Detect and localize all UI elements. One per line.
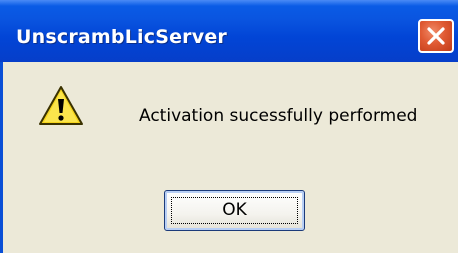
- dialog-body: Activation sucessfully performed OK: [0, 62, 458, 253]
- title-bar[interactable]: UnscrambLicServer: [0, 0, 458, 62]
- ok-button[interactable]: OK: [164, 190, 305, 231]
- window-title: UnscrambLicServer: [16, 26, 227, 48]
- close-button[interactable]: [418, 19, 454, 53]
- ok-button-label: OK: [222, 200, 247, 220]
- warning-icon: [39, 86, 83, 125]
- dialog-window: UnscrambLicServer Activation sucessfully…: [0, 0, 458, 253]
- title-bar-highlight: [0, 0, 458, 6]
- dialog-message: Activation sucessfully performed: [139, 106, 418, 126]
- close-icon: [427, 27, 445, 45]
